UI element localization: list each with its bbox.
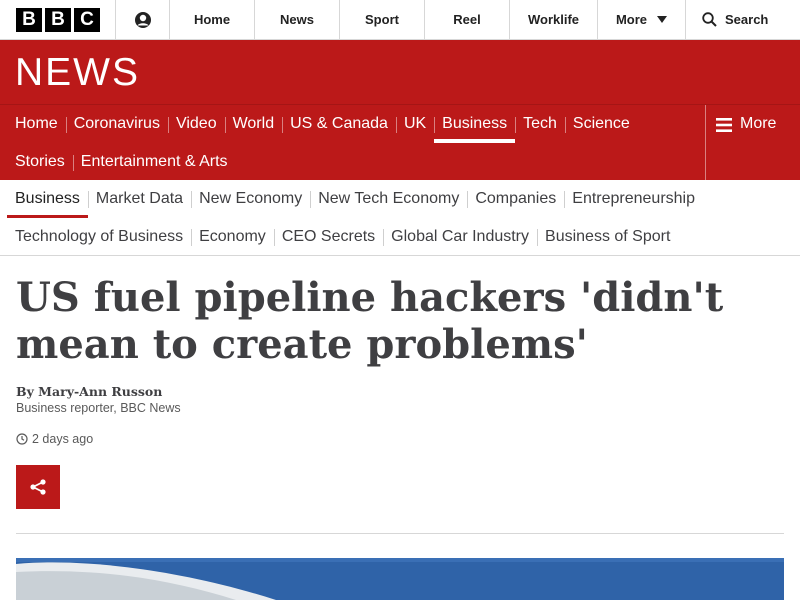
section-nav-tech[interactable]: Tech xyxy=(515,105,565,143)
subnav-ceo-secrets[interactable]: CEO Secrets xyxy=(273,218,383,256)
article-divider xyxy=(16,533,784,534)
section-nav-more-label: More xyxy=(740,115,777,132)
section-nav-uk[interactable]: UK xyxy=(395,105,434,143)
section-nav-stories[interactable]: Stories xyxy=(7,143,73,181)
hero-image-graphic xyxy=(16,558,784,600)
topnav-news[interactable]: News xyxy=(255,0,340,39)
subnav-row: Technology of Business Economy CEO Secre… xyxy=(0,218,678,256)
logo-letter: B xyxy=(45,7,71,32)
subnav-new-economy[interactable]: New Economy xyxy=(191,180,310,218)
subnav-new-tech-economy[interactable]: New Tech Economy xyxy=(310,180,467,218)
logo-letter: B xyxy=(16,7,42,32)
subnav-business-of-sport[interactable]: Business of Sport xyxy=(537,218,678,256)
topnav-more-label: More xyxy=(615,12,648,27)
section-nav-us-canada[interactable]: US & Canada xyxy=(282,105,396,143)
topnav-worklife[interactable]: Worklife xyxy=(510,0,598,39)
topnav-more[interactable]: More xyxy=(598,0,686,39)
section-nav-more-button[interactable]: More xyxy=(705,105,800,181)
topnav-sport[interactable]: Sport xyxy=(340,0,425,39)
subnav-global-car-industry[interactable]: Global Car Industry xyxy=(383,218,537,256)
article-byline: By Mary-Ann Russon xyxy=(16,384,163,399)
hamburger-icon xyxy=(716,118,732,132)
bbc-logo[interactable]: B B C xyxy=(0,0,116,39)
caret-down-icon xyxy=(657,16,668,23)
timestamp-text: 2 days ago xyxy=(32,432,94,446)
subnav-companies[interactable]: Companies xyxy=(467,180,564,218)
section-nav-coronavirus[interactable]: Coronavirus xyxy=(65,105,168,143)
search-button[interactable]: Search xyxy=(686,0,768,39)
account-button[interactable] xyxy=(116,0,170,39)
topnav-reel[interactable]: Reel xyxy=(425,0,510,39)
subnav-entrepreneurship[interactable]: Entrepreneurship xyxy=(564,180,703,218)
section-nav-world[interactable]: World xyxy=(224,105,283,143)
subnav-technology-of-business[interactable]: Technology of Business xyxy=(7,218,191,256)
section-nav-row: Home Coronavirus Video World US & Canada… xyxy=(0,105,638,143)
news-logo[interactable]: NEWS xyxy=(15,51,140,95)
section-nav-row: Stories Entertainment & Arts xyxy=(0,143,236,181)
logo-letter: C xyxy=(74,7,100,32)
section-nav-entertainment-arts[interactable]: Entertainment & Arts xyxy=(72,143,236,181)
section-nav-business[interactable]: Business xyxy=(434,105,516,143)
author-role: Business reporter, BBC News xyxy=(16,401,181,415)
article-timestamp: 2 days ago xyxy=(16,432,93,446)
share-button[interactable] xyxy=(16,465,60,509)
article-headline: US fuel pipeline hackers 'didn't mean to… xyxy=(16,274,724,368)
section-nav: Home Coronavirus Video World US & Canada… xyxy=(0,104,800,181)
global-nav: B B C Home News Sport Reel Worklife More… xyxy=(0,0,800,40)
subnav-row: Business Market Data New Economy New Tec… xyxy=(0,180,703,218)
section-nav-home[interactable]: Home xyxy=(7,105,66,143)
subnav-business[interactable]: Business xyxy=(7,180,88,218)
section-nav-video[interactable]: Video xyxy=(167,105,225,143)
subnav-economy[interactable]: Economy xyxy=(191,218,274,256)
subnav-market-data[interactable]: Market Data xyxy=(87,180,191,218)
clock-icon xyxy=(16,433,28,445)
share-icon xyxy=(30,479,46,495)
topnav-home[interactable]: Home xyxy=(170,0,255,39)
search-icon xyxy=(702,12,717,27)
section-nav-science[interactable]: Science xyxy=(564,105,638,143)
article-hero-image xyxy=(16,558,784,600)
account-icon xyxy=(134,11,151,28)
news-banner: NEWS xyxy=(0,40,800,104)
business-subnav: Business Market Data New Economy New Tec… xyxy=(0,180,800,256)
search-label: Search xyxy=(725,12,769,27)
